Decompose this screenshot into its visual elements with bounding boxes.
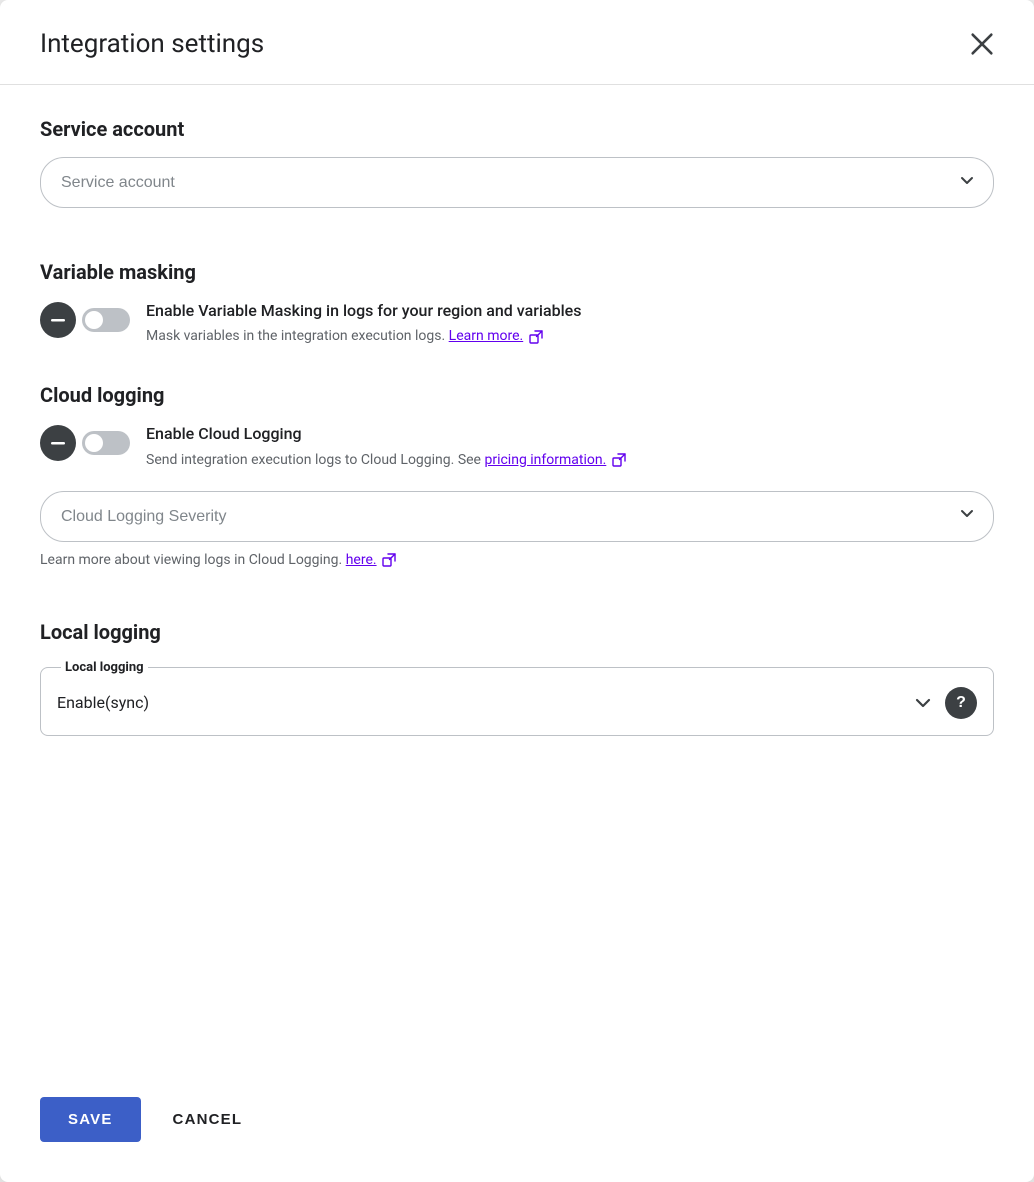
local-logging-row: Enable(sync) ? xyxy=(57,687,977,719)
dialog-footer: SAVE CANCEL xyxy=(0,1073,1034,1182)
variable-masking-learn-more-link[interactable]: Learn more. xyxy=(449,328,524,344)
variable-masking-desc: Mask variables in the integration execut… xyxy=(146,326,994,347)
variable-masking-toggle[interactable] xyxy=(82,308,130,332)
local-logging-help-button[interactable]: ? xyxy=(945,687,977,719)
dialog-header: Integration settings xyxy=(0,0,1034,85)
integration-settings-dialog: Integration settings Service account Ser… xyxy=(0,0,1034,1182)
cloud-logging-pricing-link[interactable]: pricing information. xyxy=(484,452,606,468)
spacer-2 xyxy=(40,596,994,620)
variable-masking-desc-text: Mask variables in the integration execut… xyxy=(146,328,445,344)
cloud-logging-desc-text: Send integration execution logs to Cloud… xyxy=(146,452,481,468)
cloud-logging-external-icon xyxy=(612,453,626,467)
local-logging-section: Local logging Local logging Enable(sync)… xyxy=(40,620,994,736)
dialog-body: Service account Service account Variable… xyxy=(0,85,1034,1073)
cloud-logging-note: Learn more about viewing logs in Cloud L… xyxy=(40,552,994,568)
cloud-logging-title: Cloud logging xyxy=(40,383,994,407)
cloud-logging-severity-dropdown-container: Cloud Logging Severity xyxy=(40,491,994,542)
variable-masking-toggle-wrapper xyxy=(40,302,130,338)
variable-masking-text: Enable Variable Masking in logs for your… xyxy=(146,300,994,347)
variable-masking-section: Variable masking Enable Variable Masking… xyxy=(40,260,994,355)
service-account-dropdown-container: Service account xyxy=(40,157,994,208)
variable-masking-toggle-row: Enable Variable Masking in logs for your… xyxy=(40,300,994,347)
service-account-section: Service account Service account xyxy=(40,117,994,208)
close-button[interactable] xyxy=(962,24,1002,64)
variable-masking-label: Enable Variable Masking in logs for your… xyxy=(146,300,994,322)
variable-masking-external-icon xyxy=(529,330,543,344)
service-account-title: Service account xyxy=(40,117,994,141)
local-logging-value: Enable(sync) xyxy=(57,693,149,712)
local-logging-dropdown-arrow[interactable] xyxy=(913,693,933,713)
variable-masking-minus-icon xyxy=(40,302,76,338)
cloud-logging-label: Enable Cloud Logging xyxy=(146,423,994,445)
cloud-logging-desc: Send integration execution logs to Cloud… xyxy=(146,450,994,471)
cloud-logging-note-text: Learn more about viewing logs in Cloud L… xyxy=(40,552,342,568)
cloud-logging-note-external-icon xyxy=(382,553,396,567)
cloud-logging-severity-container: Cloud Logging Severity Learn more about … xyxy=(40,491,994,568)
spacer-1 xyxy=(40,236,994,260)
cancel-button[interactable]: CANCEL xyxy=(157,1097,259,1142)
cloud-logging-section: Cloud logging Enable Cloud Logging Send … xyxy=(40,383,994,567)
variable-masking-title: Variable masking xyxy=(40,260,994,284)
cloud-logging-minus-icon xyxy=(40,425,76,461)
cloud-logging-severity-select[interactable]: Cloud Logging Severity xyxy=(40,491,994,542)
service-account-select[interactable]: Service account xyxy=(40,157,994,208)
cloud-logging-text: Enable Cloud Logging Send integration ex… xyxy=(146,423,994,470)
local-logging-legend: Local logging xyxy=(61,660,148,675)
cloud-logging-toggle[interactable] xyxy=(82,431,130,455)
cloud-logging-toggle-wrapper xyxy=(40,425,130,461)
local-logging-controls: ? xyxy=(913,687,977,719)
cloud-logging-toggle-row: Enable Cloud Logging Send integration ex… xyxy=(40,423,994,470)
cloud-logging-here-link[interactable]: here. xyxy=(346,552,377,568)
save-button[interactable]: SAVE xyxy=(40,1097,141,1142)
local-logging-title: Local logging xyxy=(40,620,994,644)
local-logging-fieldset: Local logging Enable(sync) ? xyxy=(40,660,994,736)
dialog-title: Integration settings xyxy=(40,29,264,59)
